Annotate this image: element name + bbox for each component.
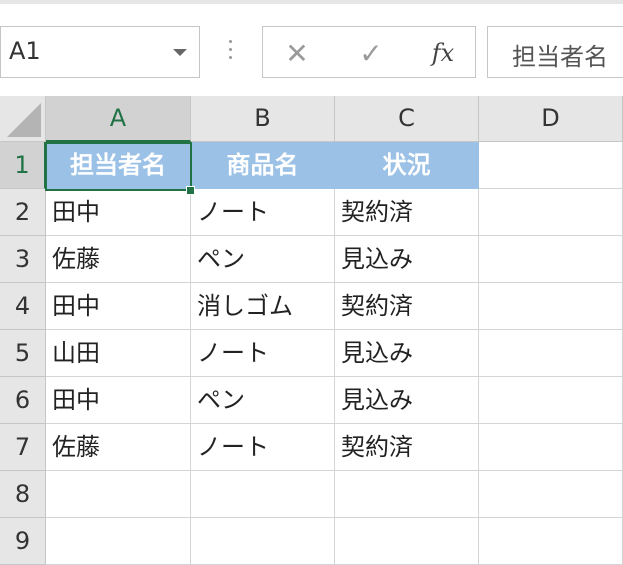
cell-c5[interactable]: 見込み xyxy=(335,330,479,377)
row-header-7[interactable]: 7 xyxy=(0,424,46,471)
column-header-b[interactable]: B xyxy=(191,96,335,142)
cell-a3[interactable]: 佐藤 xyxy=(46,236,191,283)
cell-c9[interactable] xyxy=(335,518,479,565)
cell-a9[interactable] xyxy=(46,518,191,565)
cell-d6[interactable] xyxy=(479,377,623,424)
cell-b5[interactable]: ノート xyxy=(191,330,335,377)
cell-a1[interactable]: 担当者名 xyxy=(46,142,191,189)
column-header-a[interactable]: A xyxy=(46,96,191,142)
cell-a5[interactable]: 山田 xyxy=(46,330,191,377)
cell-a4[interactable]: 田中 xyxy=(46,283,191,330)
cell-d8[interactable] xyxy=(479,471,623,518)
formula-buttons: ✕ ✓ fx xyxy=(262,26,476,78)
cancel-icon[interactable]: ✕ xyxy=(267,27,327,79)
chevron-down-icon[interactable] xyxy=(173,49,187,56)
cell-b3[interactable]: ペン xyxy=(191,236,335,283)
enter-icon[interactable]: ✓ xyxy=(341,27,401,79)
cell-d4[interactable] xyxy=(479,283,623,330)
cell-b4[interactable]: 消しゴム xyxy=(191,283,335,330)
row-header-8[interactable]: 8 xyxy=(0,471,46,518)
cell-c3[interactable]: 見込み xyxy=(335,236,479,283)
cell-d1[interactable] xyxy=(479,142,623,189)
row-header-4[interactable]: 4 xyxy=(0,283,46,330)
cell-b8[interactable] xyxy=(191,471,335,518)
formula-input-value: 担当者名 xyxy=(512,43,608,71)
cell-b7[interactable]: ノート xyxy=(191,424,335,471)
cell-d2[interactable] xyxy=(479,189,623,236)
column-header-d[interactable]: D xyxy=(479,96,623,142)
fill-handle[interactable] xyxy=(186,186,195,195)
row-header-9[interactable]: 9 xyxy=(0,518,46,565)
row-header-1[interactable]: 1 xyxy=(0,142,46,189)
row-header-2[interactable]: 2 xyxy=(0,189,46,236)
cell-d9[interactable] xyxy=(479,518,623,565)
column-header-c[interactable]: C xyxy=(335,96,479,142)
formula-bar: A1 ✕ ✓ fx 担当者名 xyxy=(0,4,623,96)
drag-handle-icon[interactable] xyxy=(228,40,234,64)
select-all-icon xyxy=(7,103,41,137)
cell-c6[interactable]: 見込み xyxy=(335,377,479,424)
row-header-6[interactable]: 6 xyxy=(0,377,46,424)
cell-c8[interactable] xyxy=(335,471,479,518)
row-header-3[interactable]: 3 xyxy=(0,236,46,283)
cell-b2[interactable]: ノート xyxy=(191,189,335,236)
insert-function-icon[interactable]: fx xyxy=(413,27,473,79)
cell-a7[interactable]: 佐藤 xyxy=(46,424,191,471)
cell-a6[interactable]: 田中 xyxy=(46,377,191,424)
cell-b9[interactable] xyxy=(191,518,335,565)
cell-c2[interactable]: 契約済 xyxy=(335,189,479,236)
formula-input[interactable]: 担当者名 xyxy=(487,26,623,78)
name-box-value: A1 xyxy=(9,37,41,65)
cell-d5[interactable] xyxy=(479,330,623,377)
cell-a2[interactable]: 田中 xyxy=(46,189,191,236)
cell-c7[interactable]: 契約済 xyxy=(335,424,479,471)
row-header-5[interactable]: 5 xyxy=(0,330,46,377)
cell-b1[interactable]: 商品名 xyxy=(191,142,335,189)
cell-d3[interactable] xyxy=(479,236,623,283)
cell-c1[interactable]: 状況 xyxy=(335,142,479,189)
cell-a8[interactable] xyxy=(46,471,191,518)
name-box[interactable]: A1 xyxy=(0,26,200,78)
select-all-button[interactable] xyxy=(0,96,46,142)
spreadsheet-grid: A B C D 1 担当者名 商品名 状況 2 田中 ノート 契約済 3 佐藤 ペン 見込み 4 田中 消しゴム 契約… xyxy=(0,96,623,565)
cell-b6[interactable]: ペン xyxy=(191,377,335,424)
cell-c4[interactable]: 契約済 xyxy=(335,283,479,330)
cell-d7[interactable] xyxy=(479,424,623,471)
